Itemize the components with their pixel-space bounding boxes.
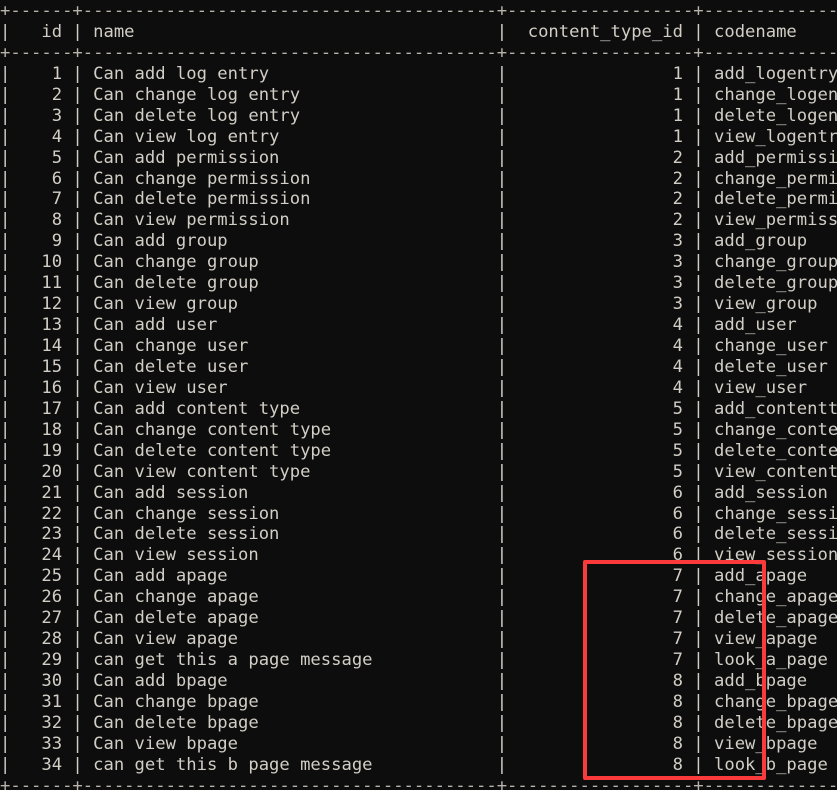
table-row: | 6 | Can change permission | 2 | change… — [0, 168, 837, 189]
terminal-window[interactable]: +------+--------------------------------… — [0, 0, 837, 790]
table-row: | 27 | Can delete apage | 7 | delete_apa… — [0, 608, 837, 629]
table-row: | 11 | Can delete group | 3 | delete_gro… — [0, 273, 837, 294]
table-row: | 10 | Can change group | 3 | change_gro… — [0, 252, 837, 273]
table-row: | 18 | Can change content type | 5 | cha… — [0, 419, 837, 440]
table-row: | 22 | Can change session | 6 | change_s… — [0, 503, 837, 524]
table-top-rule: +------+--------------------------------… — [0, 1, 837, 21]
table-row: | 33 | Can view bpage | 8 | view_bpage | — [0, 733, 818, 754]
table-row: | 9 | Can add group | 3 | add_group | — [0, 231, 808, 252]
table-row: | 13 | Can add user | 4 | add_user | — [0, 315, 797, 336]
table-row: | 24 | Can view session | 6 | view_sessi… — [0, 545, 837, 566]
table-row: | 30 | Can add bpage | 8 | add_bpage | — [0, 671, 808, 691]
table-row: | 3 | Can delete log entry | 1 | delete_… — [0, 105, 837, 126]
table-bottom-rule: +------+--------------------------------… — [0, 775, 837, 790]
table-row: | 23 | Can delete session | 6 | delete_s… — [0, 524, 837, 545]
table-row: | 28 | Can view apage | 7 | view_apage | — [0, 629, 818, 650]
table-row: | 25 | Can add apage | 7 | add_apage | — [0, 566, 808, 587]
table-row: | 21 | Can add session | 6 | add_session… — [0, 482, 828, 503]
table-row: | 7 | Can delete permission | 2 | delete… — [0, 189, 837, 210]
table-row: | 16 | Can view user | 4 | view_user | — [0, 377, 808, 398]
table-row: | 8 | Can view permission | 2 | view_per… — [0, 210, 837, 231]
table-row: | 34 | can get this b page message | 8 |… — [0, 754, 828, 775]
table-row: | 31 | Can change bpage | 8 | change_bpa… — [0, 691, 837, 712]
table-row: | 15 | Can delete user | 4 | delete_user… — [0, 356, 828, 377]
table-row: | 1 | Can add log entry | 1 | add_logent… — [0, 63, 837, 84]
table-row: | 32 | Can delete bpage | 8 | delete_bpa… — [0, 712, 837, 733]
query-result-table: +------+--------------------------------… — [0, 1, 837, 790]
table-row: | 12 | Can view group | 3 | view_group | — [0, 294, 818, 315]
table-row: | 17 | Can add content type | 5 | add_co… — [0, 398, 837, 419]
table-row: | 26 | Can change apage | 7 | change_apa… — [0, 587, 837, 608]
table-row: | 19 | Can delete content type | 5 | del… — [0, 440, 837, 461]
table-header-row: | id | name | content_type_id | codename… — [0, 21, 797, 42]
table-header-rule: +------+--------------------------------… — [0, 42, 837, 63]
table-row: | 5 | Can add permission | 2 | add_permi… — [0, 147, 837, 168]
table-row: | 14 | Can change user | 4 | change_user… — [0, 336, 828, 356]
table-row: | 2 | Can change log entry | 1 | change_… — [0, 84, 837, 105]
table-row: | 29 | can get this a page message | 7 |… — [0, 650, 828, 671]
table-row: | 20 | Can view content type | 5 | view_… — [0, 461, 837, 482]
table-row: | 4 | Can view log entry | 1 | view_loge… — [0, 126, 837, 147]
